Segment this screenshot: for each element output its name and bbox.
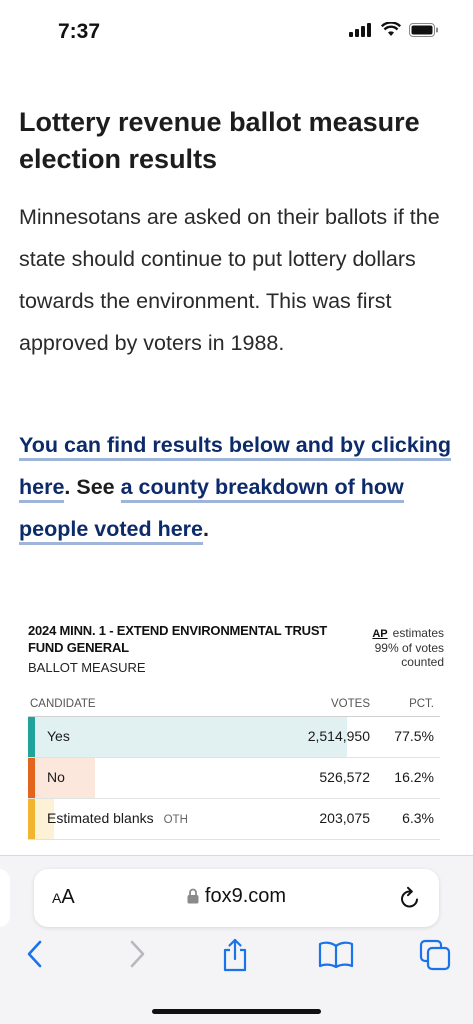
vote-count: 2,514,950 [307, 728, 370, 744]
vote-count: 203,075 [319, 810, 370, 826]
wifi-icon [381, 22, 401, 36]
browser-bottom-bar: AA fox9.com [0, 855, 473, 1024]
link-end-punctuation: . [203, 517, 209, 541]
results-links-paragraph: You can find results below and by clicki… [19, 424, 459, 550]
vote-percent: 6.3% [402, 810, 434, 826]
battery-icon [409, 22, 438, 37]
color-swatch [28, 799, 35, 839]
link-separator-text: . See [64, 475, 121, 499]
results-table-header: CANDIDATE VOTES PCT. [28, 698, 440, 717]
back-icon[interactable] [24, 938, 46, 970]
share-icon[interactable] [221, 938, 249, 972]
article-headline: Lottery revenue ballot measure election … [19, 107, 420, 174]
ap-estimate-line2: 99% of votes [374, 641, 444, 655]
browser-toolbar [0, 938, 473, 978]
previous-tab-peek[interactable] [0, 869, 10, 927]
bookmarks-icon[interactable] [317, 938, 355, 970]
share-bar [28, 717, 348, 757]
color-swatch [28, 758, 35, 798]
vote-percent: 16.2% [394, 769, 434, 785]
lock-icon [187, 888, 199, 904]
address-bar[interactable]: AA fox9.com [34, 869, 439, 927]
header-candidate: CANDIDATE [30, 698, 96, 710]
result-row-blanks: Estimated blanks OTH 203,075 6.3% [28, 799, 440, 840]
result-row-no: No 526,572 16.2% [28, 758, 440, 799]
vote-percent: 77.5% [394, 728, 434, 744]
header-pct: PCT. [409, 698, 434, 710]
vote-count: 526,572 [319, 769, 370, 785]
clock-time: 7:37 [58, 20, 101, 43]
cellular-signal-icon [349, 22, 371, 37]
other-tag: OTH [163, 814, 188, 826]
url-text: fox9.com [204, 885, 287, 907]
article-intro: Minnesotans are asked on their ballots i… [19, 205, 440, 355]
home-indicator[interactable] [152, 1009, 321, 1014]
reload-icon[interactable] [399, 886, 421, 910]
color-swatch [28, 717, 35, 757]
ap-estimate: AP estimates 99% of votes counted [372, 626, 444, 669]
status-bar: 7:37 [0, 0, 473, 64]
race-subtitle: BALLOT MEASURE [28, 660, 146, 675]
result-row-yes: Yes 2,514,950 77.5% [28, 717, 440, 758]
tabs-icon[interactable] [418, 938, 452, 972]
ap-logo: AP [372, 628, 388, 640]
choice-name: Yes [47, 728, 70, 744]
choice-name: Estimated blanks OTH [47, 810, 188, 826]
forward-icon[interactable] [126, 938, 148, 970]
choice-name: No [47, 769, 65, 785]
ap-estimate-line1: estimates [392, 626, 444, 640]
race-title: 2024 MINN. 1 - EXTEND ENVIRONMENTAL TRUS… [28, 623, 328, 655]
ap-estimate-line3: counted [401, 655, 444, 669]
header-votes: VOTES [331, 698, 370, 710]
